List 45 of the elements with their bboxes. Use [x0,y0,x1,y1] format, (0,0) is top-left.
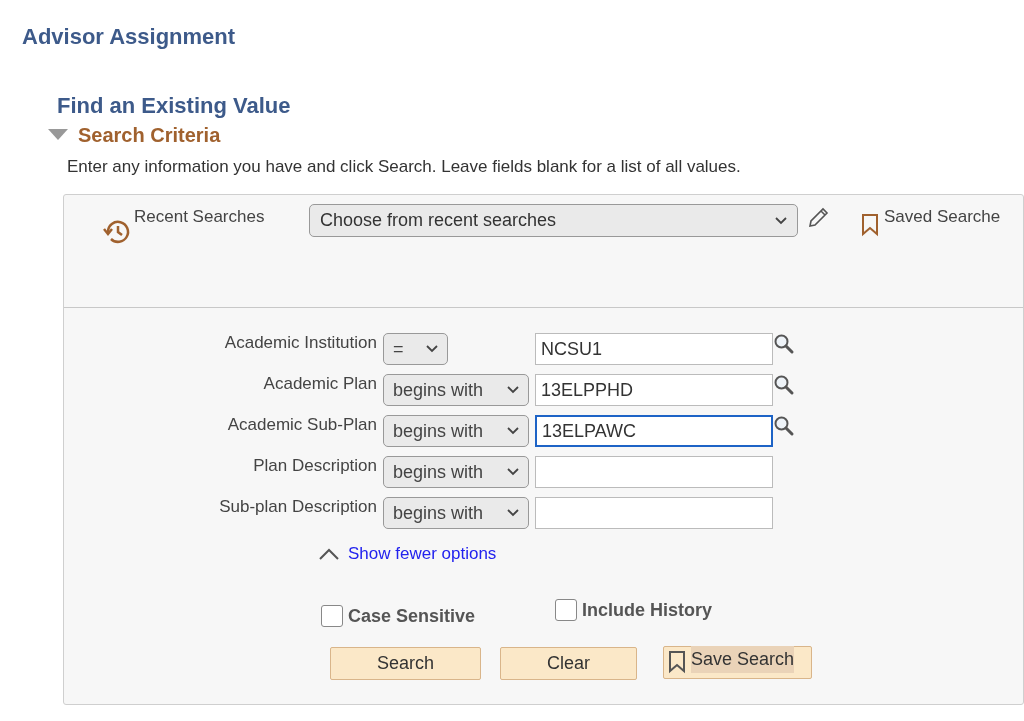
caret-icon [507,468,519,476]
instructions-text: Enter any information you have and click Search. Leave fields blank for a list of all values. [67,156,741,178]
chevron-up-icon[interactable] [318,546,340,561]
bookmark-icon [667,650,687,674]
field-label: Plan Description [252,455,378,477]
text-input-field[interactable]: 13ELPAWC [535,415,773,447]
history-icon [102,218,132,246]
checkbox-label: Include History [582,598,713,622]
caret-icon [426,345,438,353]
field-label: Sub-plan Description [218,496,378,518]
show-fewer-options-link[interactable]: Show fewer options [348,541,497,567]
pencil-icon[interactable] [806,206,830,230]
action-button[interactable]: Clear [500,646,637,680]
search-icon[interactable] [773,374,795,396]
recent-searches-dropdown[interactable]: Choose from recent searches [309,204,798,237]
search-icon[interactable] [773,415,795,437]
save-search-button[interactable]: Save Search [663,645,812,679]
caret-icon [507,427,519,435]
checkbox[interactable] [321,605,343,627]
caret-icon [507,509,519,517]
checkbox-label: Case Sensitive [348,604,476,628]
section-title: Find an Existing Value [57,92,291,120]
checkbox[interactable] [555,599,577,621]
action-button[interactable]: Search [330,646,481,680]
text-input-field[interactable]: 13ELPPHD [535,374,773,406]
field-label: Academic Sub-Plan [226,414,378,436]
field-label: Academic Plan [262,373,378,395]
collapse-triangle-icon[interactable] [48,129,68,141]
operator-dropdown[interactable]: begins with [383,415,529,447]
operator-dropdown[interactable]: begins with [383,456,529,488]
bookmark-icon [860,213,880,237]
field-label: Academic Institution [223,332,378,354]
operator-dropdown[interactable]: = [383,333,448,365]
page-title: Advisor Assignment [22,23,236,51]
operator-dropdown[interactable]: begins with [383,497,529,529]
search-icon[interactable] [773,333,795,355]
text-input-field[interactable] [535,456,773,488]
operator-dropdown[interactable]: begins with [383,374,529,406]
caret-icon [507,386,519,394]
recent-searches-label: Recent Searches [134,206,266,228]
text-input-field[interactable]: NCSU1 [535,333,773,365]
caret-icon [775,216,787,225]
saved-searches-label[interactable]: Saved Searche [884,204,1001,230]
section-header[interactable]: Search Criteria [78,120,221,150]
text-input-field[interactable] [535,497,773,529]
